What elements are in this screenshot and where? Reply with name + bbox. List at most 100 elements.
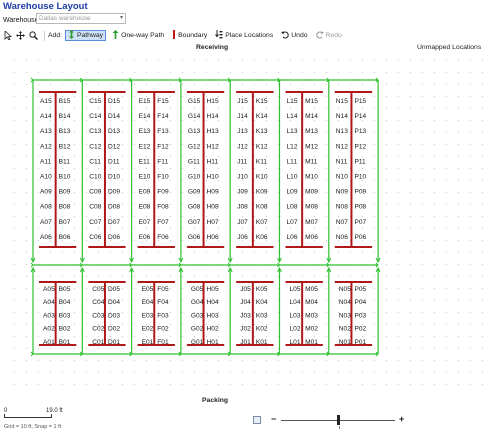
location-label[interactable]: P04	[354, 299, 366, 306]
location-label[interactable]: C02	[92, 326, 104, 333]
fit-to-screen-icon[interactable]	[253, 416, 261, 424]
location-label[interactable]: A14	[40, 113, 52, 120]
location-label[interactable]: E13	[139, 128, 151, 135]
location-label[interactable]: B03	[59, 312, 71, 319]
location-label[interactable]: D11	[108, 158, 120, 165]
location-label[interactable]: N14	[336, 113, 348, 120]
location-label[interactable]: L11	[287, 158, 298, 165]
location-label[interactable]: F01	[157, 339, 169, 346]
location-label[interactable]: L09	[287, 189, 298, 196]
location-label[interactable]: B07	[59, 219, 71, 226]
location-label[interactable]: C15	[89, 98, 101, 105]
location-label[interactable]: J04	[240, 299, 251, 306]
location-label[interactable]: L02	[290, 326, 301, 333]
location-label[interactable]: P15	[354, 98, 366, 105]
location-label[interactable]: G15	[188, 98, 201, 105]
location-label[interactable]: J11	[237, 158, 247, 165]
location-label[interactable]: K09	[256, 189, 268, 196]
location-label[interactable]: C03	[92, 312, 104, 319]
location-label[interactable]: E02	[142, 326, 154, 333]
location-label[interactable]: M15	[305, 98, 318, 105]
location-label[interactable]: N10	[336, 174, 348, 181]
location-label[interactable]: K06	[256, 234, 268, 241]
location-label[interactable]: G02	[191, 326, 204, 333]
location-label[interactable]: D07	[108, 219, 120, 226]
location-label[interactable]: D06	[108, 234, 120, 241]
location-label[interactable]: M10	[305, 174, 318, 181]
location-label[interactable]: L08	[287, 204, 298, 211]
location-label[interactable]: P13	[354, 128, 366, 135]
location-label[interactable]: M09	[305, 189, 318, 196]
location-label[interactable]: J12	[237, 143, 248, 150]
location-label[interactable]: G12	[188, 143, 201, 150]
location-label[interactable]: H03	[207, 312, 219, 319]
location-label[interactable]: L04	[290, 299, 301, 306]
location-label[interactable]: P12	[354, 143, 366, 150]
location-label[interactable]: D12	[108, 143, 120, 150]
location-label[interactable]: E14	[139, 113, 151, 120]
location-label[interactable]: G09	[188, 189, 201, 196]
location-label[interactable]: H15	[207, 98, 219, 105]
location-label[interactable]: C04	[92, 299, 104, 306]
location-label[interactable]: G05	[191, 286, 204, 293]
location-label[interactable]: B05	[59, 286, 71, 293]
location-label[interactable]: K15	[256, 98, 268, 105]
location-label[interactable]: G14	[188, 113, 201, 120]
location-label[interactable]: D14	[108, 113, 120, 120]
location-label[interactable]: D01	[108, 339, 120, 346]
location-label[interactable]: B15	[59, 98, 71, 105]
location-label[interactable]: P05	[354, 286, 366, 293]
location-label[interactable]: J03	[240, 312, 251, 319]
location-label[interactable]: J07	[237, 219, 248, 226]
location-label[interactable]: K02	[256, 326, 268, 333]
location-label[interactable]: J13	[237, 128, 248, 135]
location-label[interactable]: N05	[339, 286, 351, 293]
location-label[interactable]: N09	[336, 189, 348, 196]
location-label[interactable]: J14	[237, 113, 248, 120]
location-label[interactable]: P10	[354, 174, 366, 181]
location-label[interactable]: H01	[207, 339, 219, 346]
location-label[interactable]: A11	[40, 158, 52, 165]
location-label[interactable]: D15	[108, 98, 120, 105]
location-label[interactable]: L03	[290, 312, 301, 319]
location-label[interactable]: A02	[43, 326, 55, 333]
location-label[interactable]: M07	[305, 219, 318, 226]
location-label[interactable]: K08	[256, 204, 268, 211]
location-label[interactable]: M14	[305, 113, 318, 120]
location-label[interactable]: N01	[339, 339, 351, 346]
location-label[interactable]: F04	[157, 299, 169, 306]
location-label[interactable]: C10	[89, 174, 101, 181]
location-label[interactable]: K12	[256, 143, 268, 150]
location-label[interactable]: C14	[89, 113, 101, 120]
location-label[interactable]: B01	[59, 339, 71, 346]
location-label[interactable]: F14	[157, 113, 169, 120]
location-label[interactable]: F08	[157, 204, 169, 211]
location-label[interactable]: K10	[256, 174, 268, 181]
location-label[interactable]: K05	[256, 286, 268, 293]
location-label[interactable]: H08	[207, 204, 219, 211]
location-label[interactable]: A08	[40, 204, 52, 211]
location-label[interactable]: C11	[89, 158, 101, 165]
location-label[interactable]: A12	[40, 143, 52, 150]
location-label[interactable]: B10	[59, 174, 71, 181]
zoom-in-button[interactable]: +	[399, 414, 404, 424]
location-label[interactable]: A10	[40, 174, 52, 181]
location-label[interactable]: L01	[290, 339, 301, 346]
location-label[interactable]: N04	[339, 299, 351, 306]
location-label[interactable]: G07	[188, 219, 201, 226]
location-label[interactable]: G11	[188, 158, 200, 165]
location-label[interactable]: H09	[207, 189, 219, 196]
location-label[interactable]: E01	[142, 339, 154, 346]
zoom-out-button[interactable]: −	[271, 414, 276, 424]
location-label[interactable]: B09	[59, 189, 71, 196]
location-label[interactable]: H02	[207, 326, 219, 333]
location-label[interactable]: N11	[336, 158, 348, 165]
location-label[interactable]: G04	[191, 299, 204, 306]
location-label[interactable]: K13	[256, 128, 268, 135]
location-label[interactable]: M06	[305, 234, 318, 241]
location-label[interactable]: L05	[290, 286, 301, 293]
location-label[interactable]: N13	[336, 128, 348, 135]
location-label[interactable]: P03	[354, 312, 366, 319]
location-label[interactable]: P09	[354, 189, 366, 196]
location-label[interactable]: N07	[336, 219, 348, 226]
